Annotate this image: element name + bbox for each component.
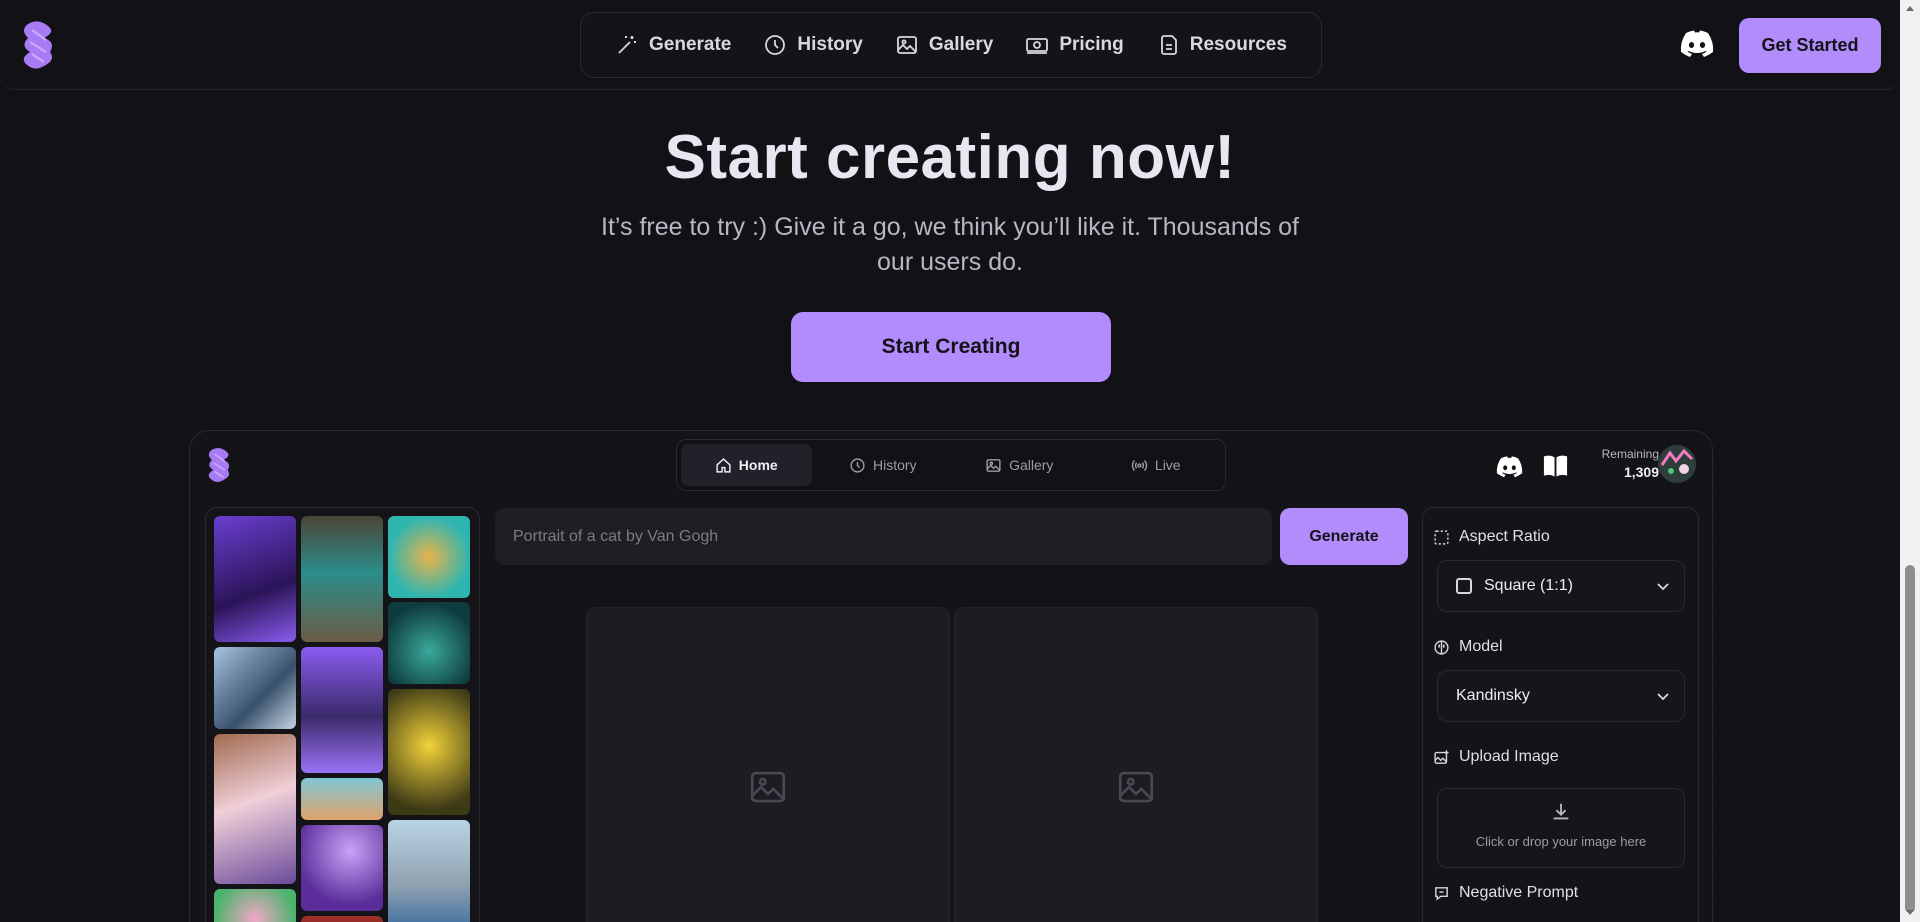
image-add-icon bbox=[1434, 749, 1449, 764]
aspect-ratio-select[interactable]: Square (1:1) bbox=[1437, 560, 1685, 612]
image-placeholder-icon bbox=[750, 771, 786, 803]
history-icon bbox=[850, 457, 865, 473]
brain-icon bbox=[1434, 639, 1449, 655]
image-icon bbox=[986, 458, 1001, 472]
remaining-value: 1,309 bbox=[1623, 464, 1659, 480]
hero-subtitle: It’s free to try :) Give it a go, we thi… bbox=[601, 213, 1299, 276]
gallery-thumb[interactable] bbox=[388, 689, 470, 815]
chevron-down-icon bbox=[1657, 583, 1669, 591]
brand-logo-icon[interactable] bbox=[20, 20, 56, 70]
tab-history[interactable]: History bbox=[818, 444, 949, 486]
tab-gallery[interactable]: Gallery bbox=[954, 444, 1085, 486]
gallery-thumb[interactable] bbox=[214, 647, 296, 729]
documents-icon bbox=[1160, 35, 1177, 55]
negative-prompt-label: Negative Prompt bbox=[1459, 884, 1579, 901]
message-minus-icon bbox=[1435, 886, 1448, 901]
aspect-ratio-icon bbox=[1434, 529, 1449, 545]
avatar[interactable] bbox=[1658, 445, 1696, 483]
image-icon bbox=[896, 36, 917, 54]
nav-pricing[interactable]: Pricing bbox=[1025, 33, 1124, 57]
nav-resources-label: Resources bbox=[1189, 34, 1287, 55]
upload-heading: Upload Image bbox=[1433, 748, 1559, 766]
hero-title: Start creating now! bbox=[664, 123, 1236, 192]
aspect-ratio-label: Aspect Ratio bbox=[1459, 528, 1550, 545]
gallery-thumb[interactable] bbox=[388, 602, 470, 684]
image-placeholder-icon bbox=[1118, 771, 1154, 803]
tab-history-label: History bbox=[872, 457, 917, 473]
nav-generate-label: Generate bbox=[649, 34, 732, 55]
negative-prompt-heading: Negative Prompt bbox=[1433, 884, 1578, 902]
nav-resources[interactable]: Resources bbox=[1156, 33, 1287, 57]
book-icon[interactable] bbox=[1542, 453, 1569, 479]
site-header: Generate History Gallery Pricing Resourc… bbox=[0, 0, 1900, 90]
example-gallery bbox=[205, 507, 480, 922]
aspect-ratio-heading: Aspect Ratio bbox=[1433, 528, 1550, 546]
home-icon bbox=[716, 457, 731, 473]
scroll-up-arrow-icon[interactable] bbox=[1906, 6, 1914, 11]
gallery-thumb[interactable] bbox=[301, 647, 383, 773]
avatar-art bbox=[1658, 445, 1696, 483]
start-creating-button[interactable]: Start Creating bbox=[791, 312, 1111, 382]
upload-label: Upload Image bbox=[1459, 748, 1559, 765]
get-started-button[interactable]: Get Started bbox=[1739, 18, 1881, 73]
credits-remaining: Remaining 1,309 bbox=[1583, 447, 1659, 480]
upload-dropzone[interactable]: Click or drop your image here bbox=[1437, 788, 1685, 868]
image-placeholder bbox=[954, 607, 1318, 922]
brand-logo-icon[interactable] bbox=[206, 447, 232, 483]
gallery-thumb[interactable] bbox=[301, 916, 383, 922]
chevron-down-icon bbox=[1657, 693, 1669, 701]
tab-gallery-label: Gallery bbox=[1009, 457, 1054, 473]
scrollbar-thumb[interactable] bbox=[1905, 565, 1915, 913]
gallery-thumb[interactable] bbox=[214, 734, 296, 884]
gallery-thumb[interactable] bbox=[301, 516, 383, 642]
nav-history-label: History bbox=[797, 34, 863, 55]
tab-home[interactable]: Home bbox=[681, 444, 812, 486]
app-tabs: Home History Gallery Live bbox=[676, 439, 1226, 491]
nav-pricing-label: Pricing bbox=[1059, 34, 1124, 55]
download-icon bbox=[1553, 803, 1569, 820]
gallery-thumb[interactable] bbox=[214, 516, 296, 642]
magic-wand-icon bbox=[618, 36, 636, 54]
tab-home-label: Home bbox=[738, 457, 778, 473]
model-label: Model bbox=[1459, 638, 1503, 655]
upload-hint: Click or drop your image here bbox=[1475, 834, 1647, 849]
nav-generate[interactable]: Generate bbox=[615, 33, 731, 57]
settings-panel: Aspect Ratio Square (1:1) Model Kandinsk… bbox=[1422, 507, 1699, 922]
gallery-thumb[interactable] bbox=[301, 778, 383, 820]
image-placeholder bbox=[586, 607, 950, 922]
discord-icon[interactable] bbox=[1496, 456, 1523, 478]
model-value: Kandinsky bbox=[1456, 687, 1530, 704]
tab-live-label: Live bbox=[1154, 457, 1181, 473]
nav-gallery[interactable]: Gallery bbox=[895, 33, 993, 57]
discord-icon[interactable] bbox=[1680, 30, 1714, 58]
gallery-thumb[interactable] bbox=[388, 820, 470, 922]
gallery-thumb[interactable] bbox=[388, 516, 470, 598]
scroll-down-arrow-icon[interactable] bbox=[1906, 910, 1914, 915]
generate-button[interactable]: Generate bbox=[1280, 508, 1408, 565]
gallery-thumb[interactable] bbox=[301, 825, 383, 911]
money-icon bbox=[1026, 38, 1049, 54]
square-icon bbox=[1456, 578, 1472, 594]
page-scrollbar[interactable] bbox=[1900, 0, 1920, 922]
remaining-label: Remaining bbox=[1601, 447, 1659, 461]
nav-history[interactable]: History bbox=[763, 33, 863, 57]
main-nav: Generate History Gallery Pricing Resourc… bbox=[580, 12, 1322, 78]
tab-live[interactable]: Live bbox=[1091, 444, 1222, 486]
gallery-thumb[interactable] bbox=[214, 889, 296, 922]
nav-gallery-label: Gallery bbox=[928, 34, 994, 55]
broadcast-icon bbox=[1131, 459, 1148, 471]
aspect-ratio-value: Square (1:1) bbox=[1484, 577, 1573, 594]
model-heading: Model bbox=[1433, 638, 1503, 656]
history-icon bbox=[765, 35, 786, 55]
model-select[interactable]: Kandinsky bbox=[1437, 670, 1685, 722]
prompt-input[interactable] bbox=[495, 508, 1272, 565]
app-preview: Home History Gallery Live Remaining 1,30… bbox=[189, 430, 1713, 922]
